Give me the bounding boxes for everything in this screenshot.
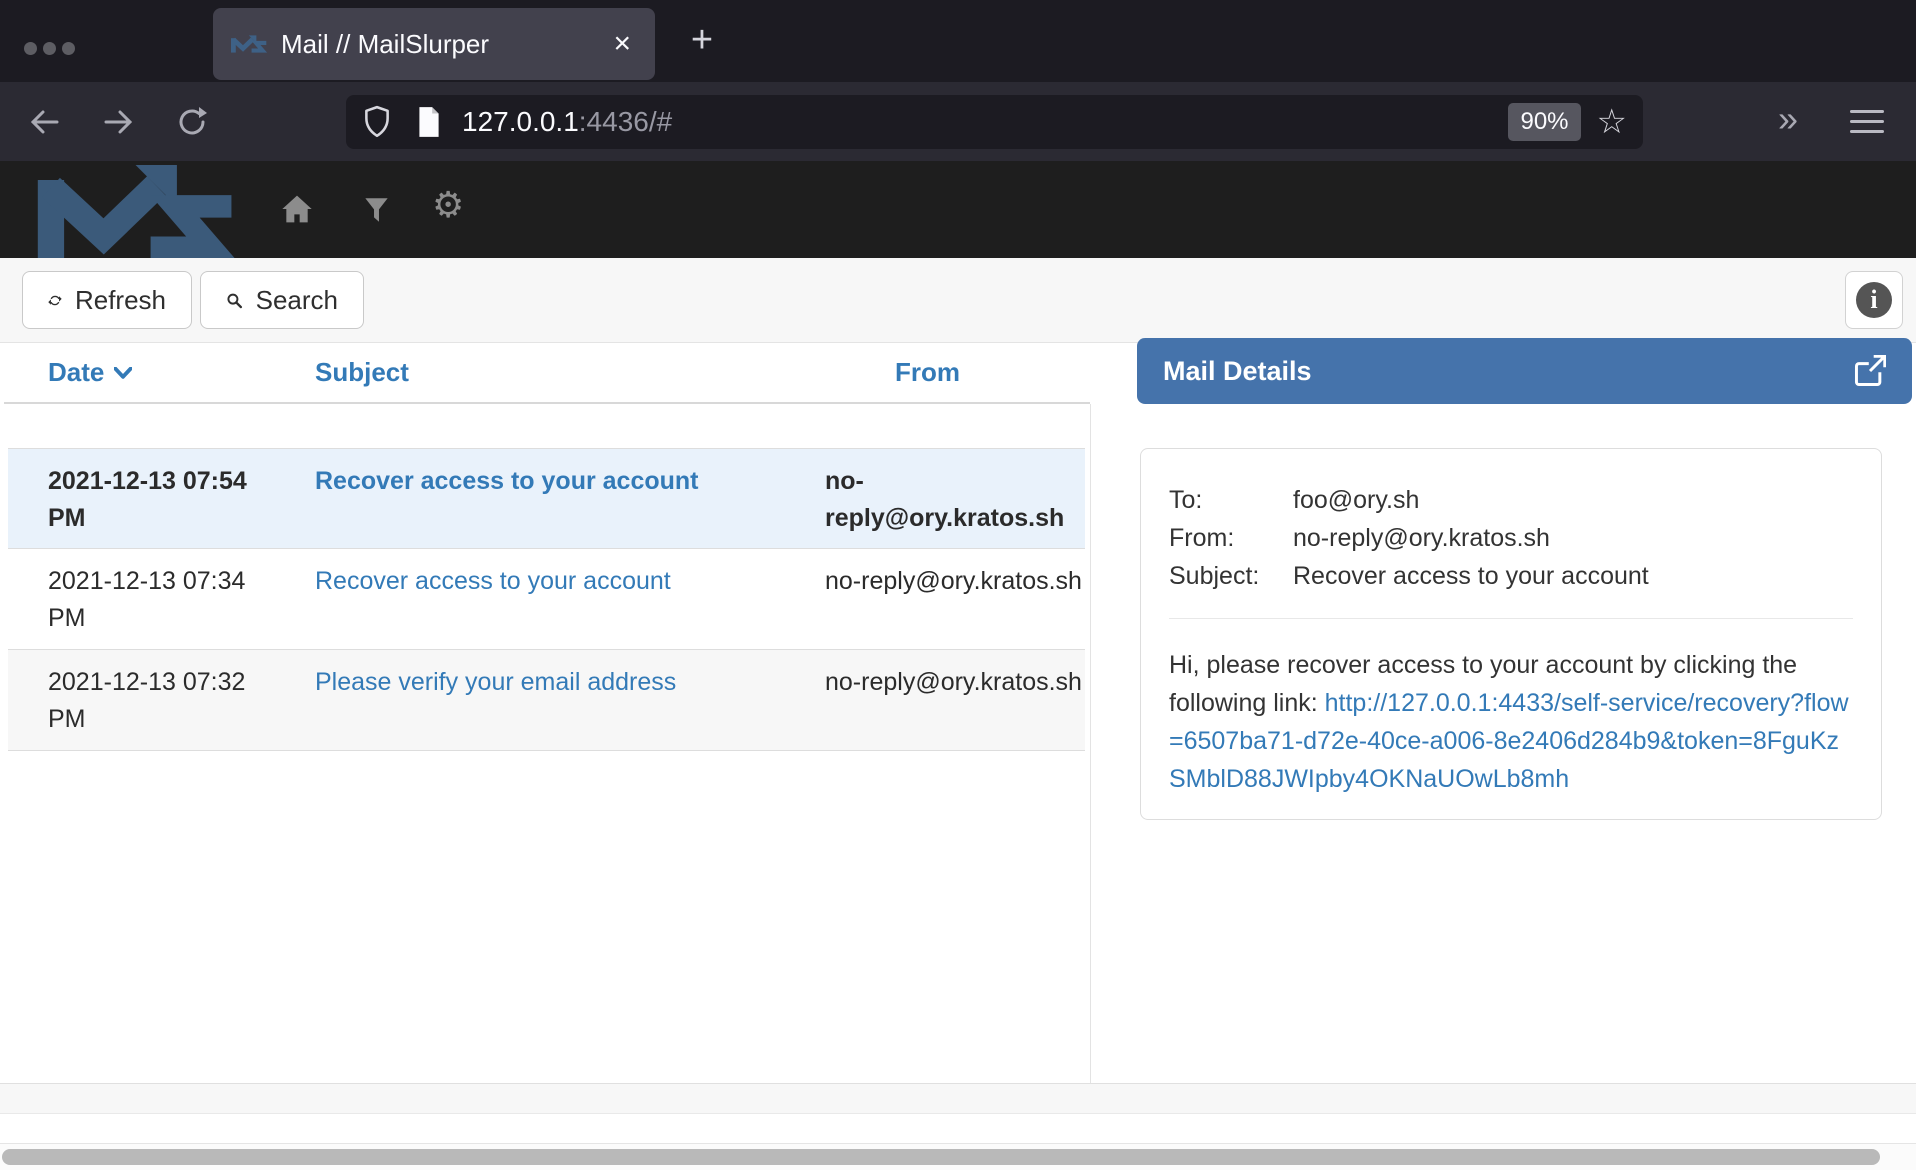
browser-navbar: 127.0.0.1:4436/# 90% ☆ » (0, 82, 1916, 161)
mail-body: Hi, please recover access to your accoun… (1169, 646, 1853, 798)
url-path: :4436/# (579, 106, 672, 137)
footer-strip (0, 1083, 1916, 1114)
toolbar-overflow-icon[interactable]: » (1778, 98, 1798, 140)
window-dot-icon (24, 42, 37, 55)
url-text: 127.0.0.1:4436/# (462, 106, 672, 138)
browser-tab[interactable]: Mail // MailSlurper × (213, 8, 655, 80)
home-icon[interactable] (281, 194, 313, 224)
browser-tab-strip: Mail // MailSlurper × + (0, 0, 1916, 82)
horizontal-scrollbar[interactable] (0, 1143, 1916, 1170)
mail-row[interactable]: 2021-12-13 07:32 PM Please verify your e… (8, 650, 1085, 751)
mail-list: 2021-12-13 07:54 PM Recover access to yo… (8, 448, 1085, 751)
to-label: To: (1169, 481, 1293, 519)
column-header-date[interactable]: Date (48, 357, 132, 388)
bookmark-star-icon[interactable]: ☆ (1597, 105, 1627, 139)
filter-icon[interactable] (364, 197, 389, 223)
search-icon (226, 287, 243, 314)
column-header-from[interactable]: From (895, 357, 960, 388)
mailslurper-header: ⚙ (0, 161, 1916, 258)
forward-icon[interactable] (103, 106, 135, 138)
open-external-icon[interactable] (1854, 355, 1886, 387)
mail-date: 2021-12-13 07:32 PM (8, 664, 278, 740)
to-value: foo@ory.sh (1293, 481, 1419, 519)
mail-from: no-reply@ory.kratos.sh (788, 463, 1085, 538)
new-tab-button[interactable]: + (678, 16, 726, 64)
mail-from: no-reply@ory.kratos.sh (788, 563, 1085, 639)
subject-value: Recover access to your account (1293, 557, 1649, 595)
page-icon[interactable] (416, 106, 442, 138)
mail-subject-link[interactable]: Recover access to your account (315, 467, 699, 495)
gear-icon[interactable]: ⚙ (432, 187, 464, 223)
tab-close-icon[interactable]: × (607, 29, 637, 59)
refresh-button[interactable]: Refresh (22, 271, 192, 329)
url-host: 127.0.0.1 (462, 106, 579, 137)
back-icon[interactable] (28, 106, 60, 138)
header-divider (4, 402, 1090, 404)
sort-chevron-down-icon (114, 367, 132, 379)
info-button[interactable]: i (1845, 271, 1903, 329)
subject-header-label: Subject (315, 357, 409, 388)
mail-subject-link[interactable]: Recover access to your account (315, 567, 671, 595)
mail-row[interactable]: 2021-12-13 07:54 PM Recover access to yo… (8, 448, 1085, 549)
tab-title: Mail // MailSlurper (281, 29, 607, 60)
search-label: Search (256, 285, 338, 316)
from-value: no-reply@ory.kratos.sh (1293, 519, 1550, 557)
mail-details-card: To: foo@ory.sh From: no-reply@ory.kratos… (1140, 448, 1882, 820)
mail-from: no-reply@ory.kratos.sh (788, 664, 1085, 740)
from-header-label: From (895, 357, 960, 388)
main-content: Date Subject From 2021-12-13 07:54 PM Re… (0, 343, 1916, 1083)
window-controls (24, 42, 75, 55)
search-button[interactable]: Search (200, 271, 364, 329)
details-separator (1169, 618, 1853, 619)
column-header-subject[interactable]: Subject (315, 357, 409, 388)
mail-date: 2021-12-13 07:34 PM (8, 563, 278, 639)
window-dot-icon (62, 42, 75, 55)
refresh-icon (48, 287, 62, 314)
scrollbar-thumb[interactable] (2, 1149, 1880, 1165)
window-dot-icon (43, 42, 56, 55)
mail-details-header: Mail Details (1137, 338, 1912, 404)
url-bar[interactable]: 127.0.0.1:4436/# 90% ☆ (346, 95, 1643, 149)
shield-icon[interactable] (362, 105, 392, 139)
footer-gap (0, 1114, 1916, 1143)
mail-date: 2021-12-13 07:54 PM (8, 463, 278, 538)
mail-subject-link[interactable]: Please verify your email address (315, 668, 676, 696)
reload-icon[interactable] (176, 106, 208, 138)
subject-label: Subject: (1169, 557, 1293, 595)
mail-row[interactable]: 2021-12-13 07:34 PM Recover access to yo… (8, 549, 1085, 650)
info-icon: i (1856, 282, 1892, 318)
refresh-label: Refresh (75, 285, 166, 316)
mailslurper-favicon-icon (231, 34, 267, 54)
panel-divider (1090, 404, 1091, 1083)
mail-details-title: Mail Details (1163, 356, 1854, 387)
mailslurper-logo (34, 165, 239, 259)
zoom-level-badge[interactable]: 90% (1508, 103, 1580, 141)
menu-hamburger-icon[interactable] (1850, 110, 1884, 140)
date-header-label: Date (48, 357, 104, 388)
from-label: From: (1169, 519, 1293, 557)
app-toolbar: Refresh Search i (0, 258, 1916, 343)
